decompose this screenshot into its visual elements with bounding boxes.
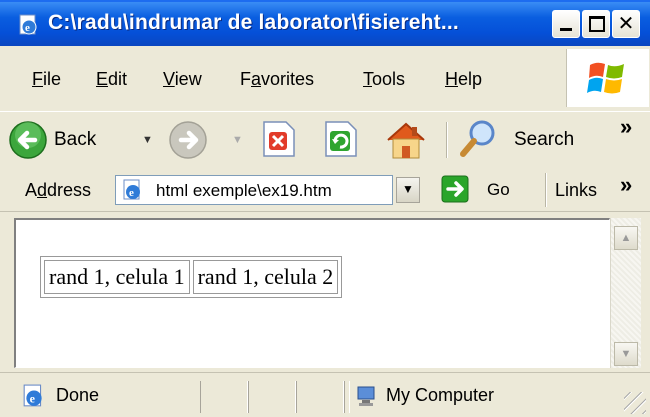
home-button[interactable] <box>384 118 428 162</box>
title-bar[interactable]: e C:\radu\indrumar de laborator\fisiereh… <box>0 0 650 46</box>
table-row: rand 1, celula 1 rand 1, celula 2 <box>44 260 339 294</box>
search-magnifier-icon <box>460 120 495 157</box>
menu-edit-mnemonic: E <box>96 69 109 89</box>
go-arrow-icon <box>441 175 469 203</box>
back-arrow-icon <box>9 121 47 159</box>
chevron-down-icon: ▼ <box>402 182 414 196</box>
search-label: Search <box>514 129 575 150</box>
maximize-button[interactable] <box>582 10 610 38</box>
ie-page-icon: e <box>19 14 37 35</box>
table-cell: rand 1, celula 1 <box>44 260 190 294</box>
address-dropdown-button[interactable]: ▼ <box>396 177 420 203</box>
chevron-down-icon: ▼ <box>620 348 632 360</box>
menu-bar: File Edit View Favorites Tools Help <box>0 48 650 110</box>
status-pane <box>344 381 350 413</box>
menu-favorites-mnemonic: a <box>251 69 262 89</box>
svg-text:e: e <box>129 187 134 199</box>
minimize-button[interactable] <box>552 10 580 38</box>
menu-view[interactable]: View <box>163 69 202 90</box>
menu-view-mnemonic: V <box>163 69 175 89</box>
go-label: Go <box>487 180 510 199</box>
refresh-button[interactable] <box>322 120 362 160</box>
address-value: html exemple\ex19.htm <box>156 181 332 200</box>
back-label: Back <box>54 129 97 150</box>
status-pane <box>248 381 296 413</box>
home-icon <box>387 122 425 159</box>
maximize-icon <box>589 16 605 32</box>
chevron-up-icon: ▲ <box>620 232 632 244</box>
svg-text:e: e <box>25 22 30 34</box>
status-pane <box>200 381 248 413</box>
standard-toolbar: Back ▼ ▼ Search » <box>0 111 650 170</box>
menu-edit[interactable]: Edit <box>96 69 127 90</box>
address-label: Address <box>25 180 92 200</box>
security-zone-text: My Computer <box>386 385 495 405</box>
svg-text:e: e <box>30 392 36 406</box>
toolbar-separator <box>446 122 448 158</box>
address-bar: Address e html exemple\ex19.htm ▼ Go Lin… <box>0 169 650 212</box>
back-button[interactable]: Back ▼ <box>6 118 156 162</box>
computer-zone-icon <box>357 386 375 406</box>
forward-button[interactable]: ▼ <box>166 118 246 162</box>
scroll-up-button[interactable]: ▲ <box>614 226 638 250</box>
table-cell: rand 1, celula 2 <box>192 260 339 294</box>
search-button[interactable]: Search <box>456 118 586 162</box>
address-separator <box>545 173 547 207</box>
back-dropdown-icon[interactable]: ▼ <box>142 134 153 146</box>
menu-file[interactable]: File <box>32 69 61 90</box>
page-table: rand 1, celula 1 rand 1, celula 2 <box>40 256 343 298</box>
page-done-icon: e <box>23 384 42 407</box>
minimize-icon <box>560 28 572 31</box>
menu-tools-mnemonic: T <box>363 69 372 89</box>
go-button[interactable]: Go <box>441 175 531 205</box>
menu-help[interactable]: Help <box>445 69 482 90</box>
forward-arrow-icon <box>169 121 207 159</box>
page-content: rand 1, celula 1 rand 1, celula 2 <box>14 218 610 368</box>
stop-button[interactable] <box>260 120 300 160</box>
links-label[interactable]: Links <box>555 180 597 201</box>
menu-tools[interactable]: Tools <box>363 69 405 90</box>
scroll-down-button[interactable]: ▼ <box>614 342 638 366</box>
toolbar-overflow-chevron[interactable]: » <box>620 114 632 140</box>
refresh-icon <box>325 121 357 157</box>
resize-grip[interactable] <box>624 392 646 414</box>
window-title: C:\radu\indrumar de laborator\fisiereht.… <box>48 11 459 34</box>
forward-dropdown-icon[interactable]: ▼ <box>232 134 243 146</box>
stop-icon <box>263 121 295 157</box>
links-overflow-chevron[interactable]: » <box>620 172 632 198</box>
close-icon: ✕ <box>617 13 635 35</box>
status-bar: e Done My Computer <box>0 372 650 417</box>
page-icon: e <box>123 179 140 200</box>
menu-help-mnemonic: H <box>445 69 458 89</box>
vertical-scrollbar[interactable]: ▲ ▼ <box>610 218 641 368</box>
menu-favorites[interactable]: Favorites <box>240 69 314 90</box>
menu-file-mnemonic: F <box>32 69 43 89</box>
status-text: Done <box>56 385 100 405</box>
windows-logo-area <box>566 49 649 107</box>
browser-window: e C:\radu\indrumar de laborator\fisiereh… <box>0 0 650 417</box>
close-button[interactable]: ✕ <box>612 10 640 38</box>
windows-flag-icon <box>587 62 624 94</box>
address-input[interactable]: e html exemple\ex19.htm <box>115 175 393 205</box>
status-pane <box>296 381 344 413</box>
